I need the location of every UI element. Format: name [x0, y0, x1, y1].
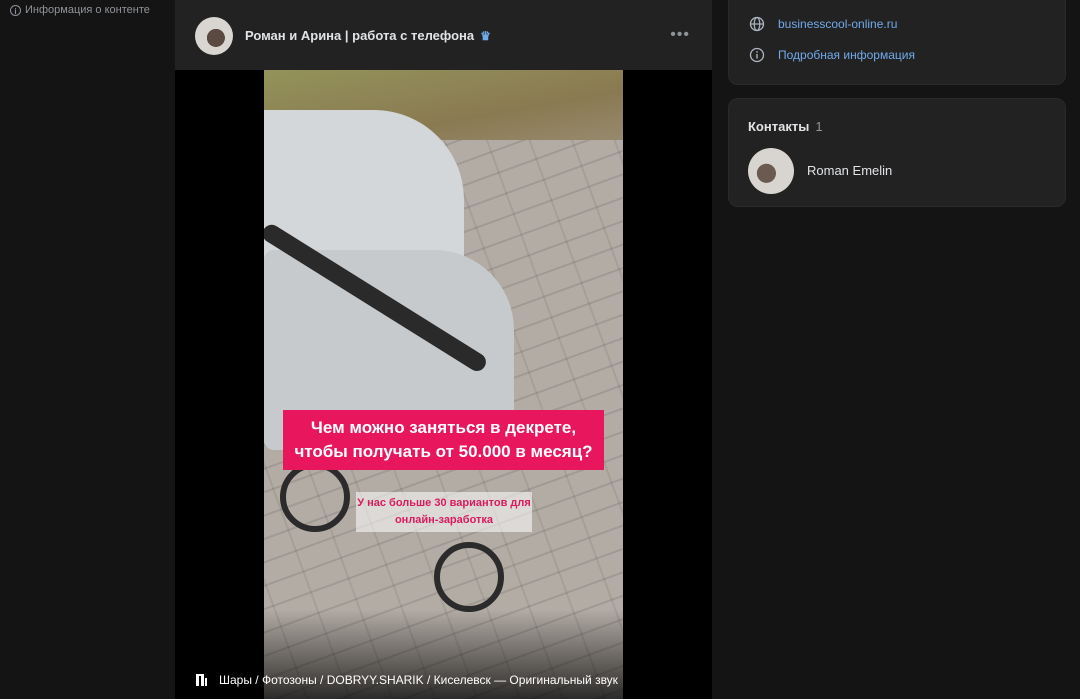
contacts-header[interactable]: Контакты 1 [748, 119, 823, 134]
author-avatar[interactable] [195, 17, 233, 55]
more-dots-icon[interactable]: ••• [670, 26, 690, 44]
stroller-wheel [280, 462, 350, 532]
content-info-link[interactable]: i Информация о контенте [10, 4, 150, 16]
details-link-label[interactable]: Подробная информация [778, 48, 915, 62]
website-link[interactable]: businesscool-online.ru [749, 16, 897, 32]
contacts-count: 1 [815, 119, 823, 134]
info-links-card: businesscool-online.ru Подробная информа… [728, 0, 1066, 85]
content-info-label: Информация о контенте [25, 4, 150, 16]
video-frame: Чем можно заняться в декрете, чтобы полу… [264, 70, 623, 699]
contacts-card: Контакты 1 Roman Emelin [728, 98, 1066, 207]
info-icon: i [10, 4, 21, 16]
music-note-icon [196, 674, 207, 686]
post-card: Роман и Арина | работа с телефона ♛ ••• Ч… [175, 0, 712, 699]
contacts-title: Контакты [748, 119, 810, 134]
author-name[interactable]: Роман и Арина | работа с телефона [245, 28, 474, 43]
stroller-wheel [434, 542, 504, 612]
video-player[interactable]: Чем можно заняться в декрете, чтобы полу… [175, 70, 712, 699]
contact-name[interactable]: Roman Emelin [807, 163, 892, 178]
contact-avatar[interactable] [748, 148, 794, 194]
audio-track-label[interactable]: Шары / Фотозоны / DOBRYY.SHARIK / Киселе… [219, 673, 618, 687]
post-header: Роман и Арина | работа с телефона ♛ ••• [175, 0, 712, 70]
info-icon [749, 47, 765, 63]
video-overlay-subtitle: У нас больше 30 вариантов для онлайн-зар… [356, 492, 532, 532]
website-link-label[interactable]: businesscool-online.ru [778, 17, 897, 31]
author-name-row[interactable]: Роман и Арина | работа с телефона ♛ [245, 28, 491, 43]
details-link[interactable]: Подробная информация [749, 47, 915, 63]
audio-track[interactable]: Шары / Фотозоны / DOBRYY.SHARIK / Киселе… [193, 672, 618, 688]
globe-icon [749, 16, 765, 32]
video-overlay-title: Чем можно заняться в декрете, чтобы полу… [283, 410, 604, 470]
crown-icon: ♛ [480, 29, 491, 43]
